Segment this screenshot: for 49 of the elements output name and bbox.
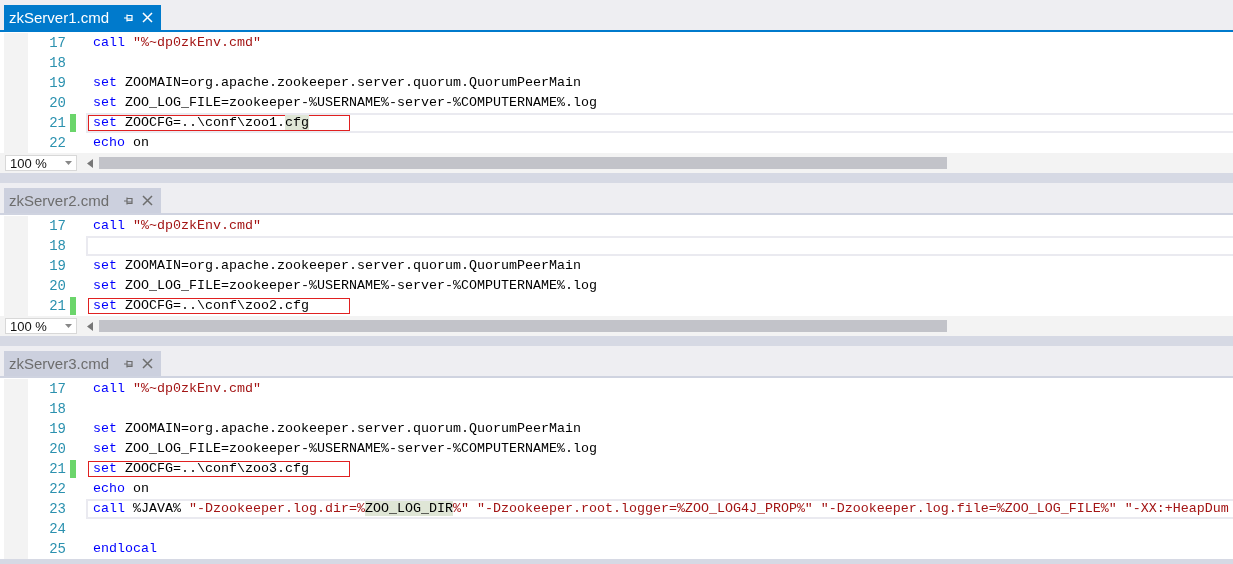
close-icon[interactable] xyxy=(142,358,154,369)
line-number: 21 xyxy=(48,114,66,133)
pin-icon[interactable] xyxy=(123,12,135,23)
line-number: 23 xyxy=(48,500,66,519)
zoom-dropdown[interactable]: 100 % xyxy=(5,155,77,171)
caret-icon xyxy=(65,161,72,165)
pin-icon[interactable] xyxy=(123,358,135,369)
code-line: echo on xyxy=(92,135,150,151)
line-number: 18 xyxy=(48,237,66,256)
line-number: 25 xyxy=(48,540,66,559)
line-number: 22 xyxy=(48,134,66,153)
line-number: 22 xyxy=(48,480,66,499)
line-number: 20 xyxy=(48,440,66,459)
line-number: 20 xyxy=(48,94,66,113)
line-number: 17 xyxy=(48,34,66,53)
zoom-dropdown[interactable]: 100 % xyxy=(5,318,77,334)
line-number: 18 xyxy=(48,54,66,73)
file-tab[interactable]: zkServer2.cmd xyxy=(4,188,162,213)
scrollbar-thumb[interactable] xyxy=(99,157,947,169)
code-line: echo on xyxy=(92,481,150,497)
code-line: set ZOOMAIN=org.apache.zookeeper.server.quorum.QuorumPeerMain xyxy=(92,421,582,437)
line-number: 19 xyxy=(48,420,66,439)
pin-icon[interactable] xyxy=(123,195,135,206)
code-line: call "%~dp0zkEnv.cmd" xyxy=(92,381,262,397)
scroll-left-icon[interactable] xyxy=(87,158,93,168)
line-number: 21 xyxy=(48,297,66,316)
line-number: 18 xyxy=(48,400,66,419)
code-line: set ZOOMAIN=org.apache.zookeeper.server.quorum.QuorumPeerMain xyxy=(92,75,582,91)
code-line: set ZOO_LOG_FILE=zookeeper-%USERNAME%-server-%COMPUTERNAME%.log xyxy=(92,95,598,111)
line-number: 24 xyxy=(48,520,66,539)
line-number: 17 xyxy=(48,380,66,399)
code-line: set ZOO_LOG_FILE=zookeeper-%USERNAME%-server-%COMPUTERNAME%.log xyxy=(92,278,598,294)
code-line: call "%~dp0zkEnv.cmd" xyxy=(92,218,262,234)
line-number: 20 xyxy=(48,277,66,296)
line-number: 19 xyxy=(48,74,66,93)
file-tab[interactable]: zkServer3.cmd xyxy=(4,351,162,376)
code-line: set ZOO_LOG_FILE=zookeeper-%USERNAME%-server-%COMPUTERNAME%.log xyxy=(92,441,598,457)
close-icon[interactable] xyxy=(142,195,154,206)
line-number: 21 xyxy=(48,460,66,479)
code-line: endlocal xyxy=(92,541,158,557)
code-line: set ZOOMAIN=org.apache.zookeeper.server.quorum.QuorumPeerMain xyxy=(92,258,582,274)
file-tab[interactable]: zkServer1.cmd xyxy=(4,5,162,30)
scroll-left-icon[interactable] xyxy=(87,321,93,331)
line-number: 19 xyxy=(48,257,66,276)
scrollbar-thumb[interactable] xyxy=(99,320,947,332)
code-line: call %JAVA% "-Dzookeeper.log.dir=%ZOO_LOG_DIR%" "-Dzookeeper.root.logger=%ZOO_LOG4J_PROP%" "-Dzookeeper.log.file=%ZOO_LOG_FILE%" "-XX:+HeapDum xyxy=(92,501,1230,517)
caret-icon xyxy=(65,324,72,328)
line-number: 17 xyxy=(48,217,66,236)
code-line: call "%~dp0zkEnv.cmd" xyxy=(92,35,262,51)
